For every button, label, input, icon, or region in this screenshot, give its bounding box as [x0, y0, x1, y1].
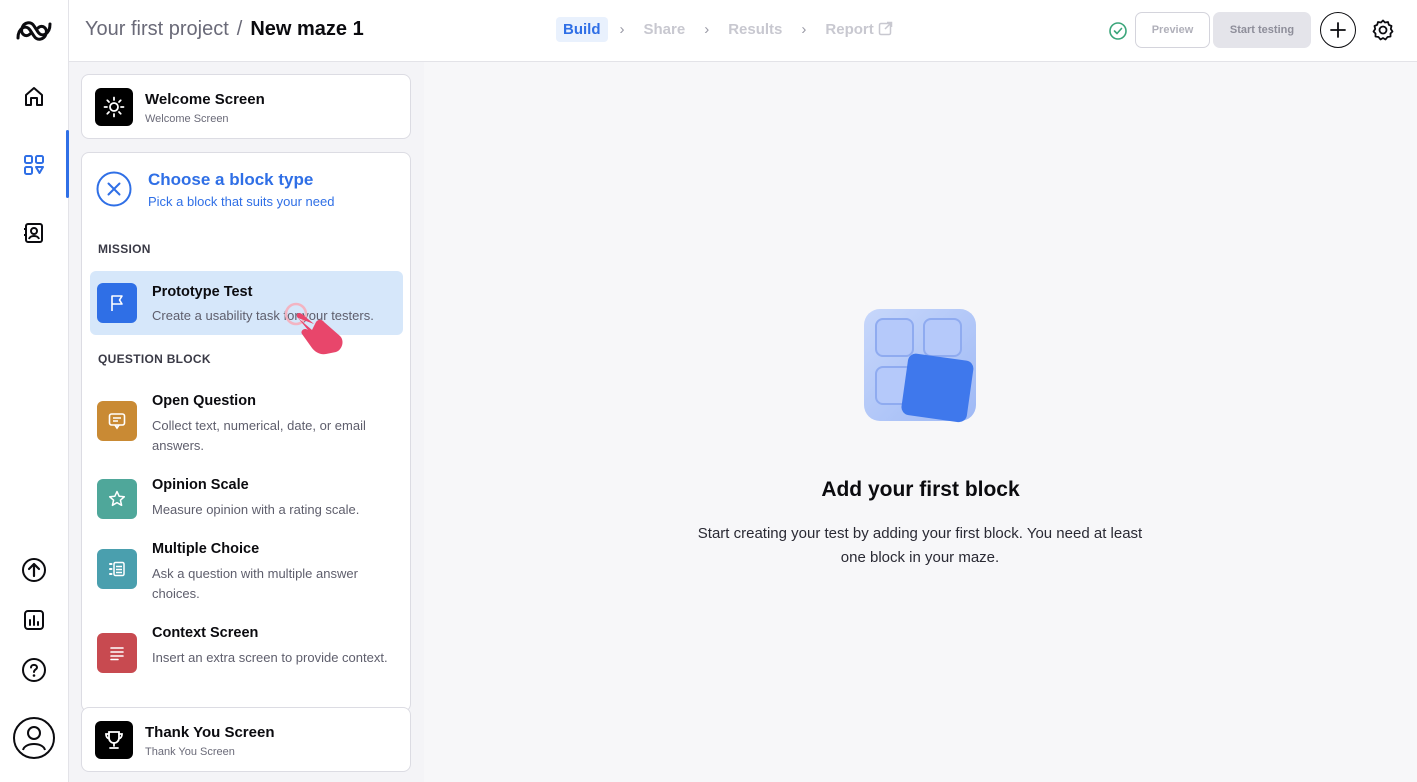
- block-description: Measure opinion with a rating scale.: [152, 502, 360, 517]
- analytics-icon[interactable]: [17, 603, 51, 637]
- block-title: Open Question: [152, 393, 256, 409]
- block-opinion-scale[interactable]: Opinion Scale Measure opinion with a rat…: [90, 471, 403, 531]
- add-button[interactable]: [1320, 12, 1356, 48]
- thank-you-title: Thank You Screen: [145, 724, 275, 741]
- step-results[interactable]: Results: [721, 17, 789, 42]
- chevron-right-icon: ›: [704, 21, 710, 38]
- block-title: Opinion Scale: [152, 477, 249, 493]
- gear-icon: [1372, 19, 1394, 41]
- external-link-icon: [878, 21, 892, 36]
- contacts-icon[interactable]: [17, 216, 51, 250]
- help-icon[interactable]: [17, 653, 51, 687]
- preview-button[interactable]: Preview: [1135, 12, 1210, 48]
- block-panel: Welcome Screen Welcome Screen Choose a b…: [69, 62, 424, 782]
- block-title: Multiple Choice: [152, 541, 260, 557]
- block-title: Context Screen: [152, 625, 259, 641]
- block-description: Create a usability task for your testers…: [152, 308, 374, 323]
- trophy-icon: [95, 721, 133, 759]
- step-build[interactable]: Build: [556, 17, 608, 42]
- sun-icon: [95, 88, 133, 126]
- top-header: Your first project / New maze 1 Build › Sh…: [69, 0, 1417, 62]
- section-question-block: QUESTION BLOCK: [98, 352, 211, 366]
- thank-you-screen-card[interactable]: Thank You Screen Thank You Screen: [81, 707, 411, 772]
- maze-title[interactable]: New maze 1: [250, 18, 363, 40]
- block-prototype-test[interactable]: Prototype Test Create a usability task f…: [90, 271, 403, 335]
- block-type-chooser: Choose a block type Pick a block that su…: [81, 152, 411, 712]
- dashboard-icon[interactable]: [17, 148, 51, 182]
- block-title: Prototype Test: [152, 284, 253, 300]
- chevron-right-icon: ›: [801, 21, 807, 38]
- chevron-right-icon: ›: [619, 21, 625, 38]
- step-report[interactable]: Report: [818, 17, 899, 42]
- star-icon: [97, 479, 137, 519]
- chat-icon: [97, 401, 137, 441]
- list-icon: [97, 549, 137, 589]
- step-share[interactable]: Share: [637, 17, 693, 42]
- block-description: Ask a question with multiple answer choi…: [152, 566, 358, 601]
- chooser-title: Choose a block type: [148, 170, 314, 189]
- block-description: Insert an extra screen to provide contex…: [152, 650, 388, 665]
- empty-state-description: Start creating your test by adding your …: [697, 525, 1143, 566]
- flag-icon: [97, 283, 137, 323]
- maze-logo-icon[interactable]: [14, 16, 54, 46]
- left-rail: [0, 0, 69, 782]
- block-context-screen[interactable]: Context Screen Insert an extra screen to…: [90, 619, 403, 699]
- main-canvas: Add your first block Start creating your…: [424, 62, 1417, 782]
- breadcrumb-project[interactable]: Your first project: [85, 18, 229, 40]
- breadcrumb: Your first project / New maze 1: [85, 18, 364, 41]
- breadcrumb-separator: /: [236, 18, 243, 40]
- block-multiple-choice[interactable]: Multiple Choice Ask a question with mult…: [90, 535, 403, 613]
- welcome-screen-card[interactable]: Welcome Screen Welcome Screen: [81, 74, 411, 139]
- blocks-illustration-icon: [864, 309, 976, 423]
- upload-icon[interactable]: [17, 553, 51, 587]
- empty-state-title: Add your first block: [821, 478, 1020, 501]
- plus-icon: [1330, 22, 1346, 38]
- profile-icon[interactable]: [12, 716, 56, 760]
- home-icon[interactable]: [17, 80, 51, 114]
- workflow-steps: Build › Share › Results › Report: [556, 17, 900, 42]
- welcome-title: Welcome Screen: [145, 91, 265, 108]
- close-icon[interactable]: [96, 171, 132, 207]
- block-description: Collect text, numerical, date, or email …: [152, 418, 366, 453]
- start-testing-button[interactable]: Start testing: [1213, 12, 1311, 48]
- step-report-label: Report: [825, 21, 874, 38]
- pointer-hand-icon: [284, 302, 343, 355]
- saved-check-icon: [1109, 22, 1127, 40]
- text-lines-icon: [97, 633, 137, 673]
- chooser-subtitle: Pick a block that suits your need: [148, 194, 335, 209]
- thank-you-subtitle: Thank You Screen: [145, 746, 235, 758]
- block-open-question[interactable]: Open Question Collect text, numerical, d…: [90, 383, 403, 461]
- section-mission: MISSION: [98, 242, 151, 256]
- welcome-subtitle: Welcome Screen: [145, 113, 229, 125]
- settings-button[interactable]: [1368, 15, 1398, 45]
